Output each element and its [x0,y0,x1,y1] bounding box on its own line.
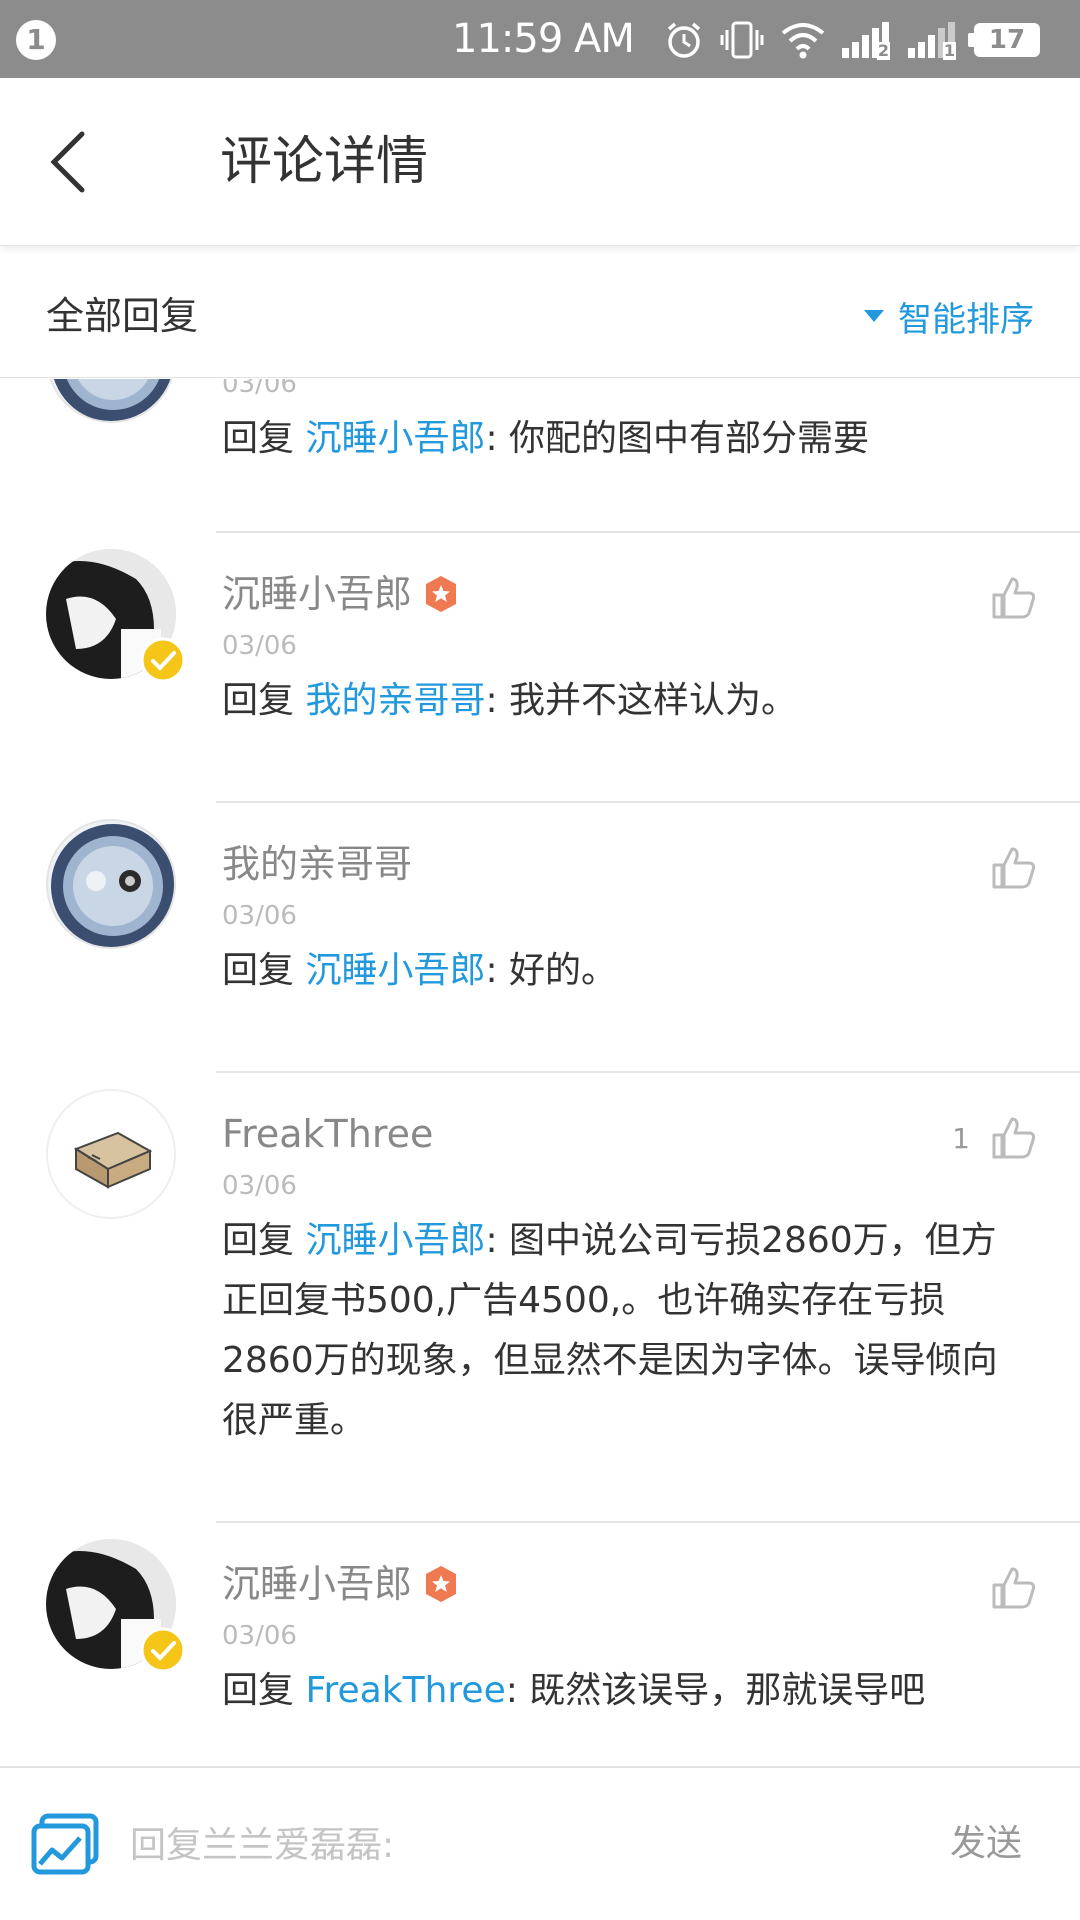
signal-sim1-icon: 1 [908,22,958,60]
username-row: 沉睡小吾郎 [222,569,458,619]
username-row: 我的亲哥哥 [222,839,412,889]
comment-list[interactable]: 03/06 回复 沉睡小吾郎: 你配的图中有部分需要 沉睡小吾郎 03/06 回… [0,379,1080,1766]
username[interactable]: FreakThree [222,1109,433,1159]
sim2-label: 2 [876,41,890,60]
username[interactable]: 沉睡小吾郎 [222,569,412,619]
comment-text: : 你配的图中有部分需要 [485,418,870,459]
reply-prefix: 回复 [222,1670,306,1711]
comment-item: 沉睡小吾郎 03/06 回复 FreakThree: 既然该误导，那就误导吧 [0,1523,1080,1766]
mention-link[interactable]: 沉睡小吾郎 [305,1220,485,1261]
back-button[interactable] [44,126,104,196]
username-row: 沉睡小吾郎 [222,1559,458,1609]
avatar[interactable] [46,819,176,949]
status-time: 11:59 AM [452,16,635,62]
verified-badge-icon [140,1627,186,1673]
mention-link[interactable]: 沉睡小吾郎 [305,950,485,991]
comment-date: 03/06 [222,1171,297,1201]
comment-date: 03/06 [222,631,297,661]
page-title: 评论详情 [220,132,429,192]
signal-sim2-icon: 2 [842,22,892,60]
comment-item: 03/06 回复 沉睡小吾郎: 你配的图中有部分需要 [0,379,1080,533]
comment-date: 03/06 [222,1621,297,1651]
mention-link[interactable]: 我的亲哥哥 [305,680,485,721]
username-row: FreakThree [222,1109,433,1159]
status-bar: 1 11:59 AM 2 1 17 [0,0,1080,78]
thumbs-up-icon[interactable] [990,573,1038,621]
comment-item: FreakThree 1 03/06 回复 沉睡小吾郎: 图中说公司亏损2860… [0,1073,1080,1523]
reply-prefix: 回复 [222,418,306,459]
comment-text: : 既然该误导，那就误导吧 [505,1670,926,1711]
replies-subheader: 全部回复 智能排序 [0,254,1080,378]
comment-text: : 我并不这样认为。 [485,680,798,721]
reply-prefix: 回复 [222,680,306,721]
notification-count-badge: 1 [16,20,56,60]
sort-label: 智能排序 [898,299,1034,340]
top-app-bar: 评论详情 [0,78,1080,246]
comment-body: 回复 沉睡小吾郎: 好的。 [222,941,1032,1001]
image-insert-icon[interactable] [30,1812,100,1878]
reply-prefix: 回复 [222,1220,306,1261]
reply-bar: 发送 [0,1766,1080,1920]
send-button[interactable]: 发送 [950,1814,1022,1874]
username[interactable]: 沉睡小吾郎 [222,1559,412,1609]
alarm-icon [667,22,701,58]
comment-body: 回复 FreakThree: 既然该误导，那就误导吧 [222,1661,1032,1721]
comment-body: 回复 沉睡小吾郎: 图中说公司亏损2860万，但方正回复书500,广告4500,… [222,1211,1032,1451]
mention-link[interactable]: 沉睡小吾郎 [305,418,485,459]
comment-date: 03/06 [222,901,297,931]
vibrate-icon [720,21,764,59]
triangle-down-icon [864,310,884,322]
reply-input[interactable] [130,1808,900,1882]
comment-item: 我的亲哥哥 03/06 回复 沉睡小吾郎: 好的。 [0,803,1080,1073]
comment-date: 03/06 [222,379,297,399]
mention-link[interactable]: FreakThree [305,1670,505,1711]
verified-badge-icon [140,637,186,683]
thumbs-up-icon[interactable] [990,843,1038,891]
status-icons: 2 1 17 [664,16,1040,64]
username[interactable]: 我的亲哥哥 [222,839,412,889]
avatar[interactable] [46,379,176,423]
sim1-label: 1 [942,41,956,60]
all-replies-label: 全部回复 [46,294,199,338]
comment-item: 沉睡小吾郎 03/06 回复 我的亲哥哥: 我并不这样认为。 [0,533,1080,803]
reply-prefix: 回复 [222,950,306,991]
wifi-icon [781,23,825,59]
level-badge-icon [426,576,457,612]
chevron-left-icon [50,131,85,193]
level-badge-icon [426,1566,457,1602]
comment-body: 回复 我的亲哥哥: 我并不这样认为。 [222,671,1032,731]
comment-body: 回复 沉睡小吾郎: 你配的图中有部分需要 [222,409,1032,469]
sort-button[interactable]: 智能排序 [864,286,1034,346]
battery-icon: 17 [968,23,1040,57]
thumbs-up-icon[interactable] [990,1563,1038,1611]
thumbs-up-icon[interactable] [990,1113,1038,1161]
like-count: 1 [952,1122,970,1155]
avatar[interactable] [46,1089,176,1219]
comment-text: : 好的。 [485,950,618,991]
